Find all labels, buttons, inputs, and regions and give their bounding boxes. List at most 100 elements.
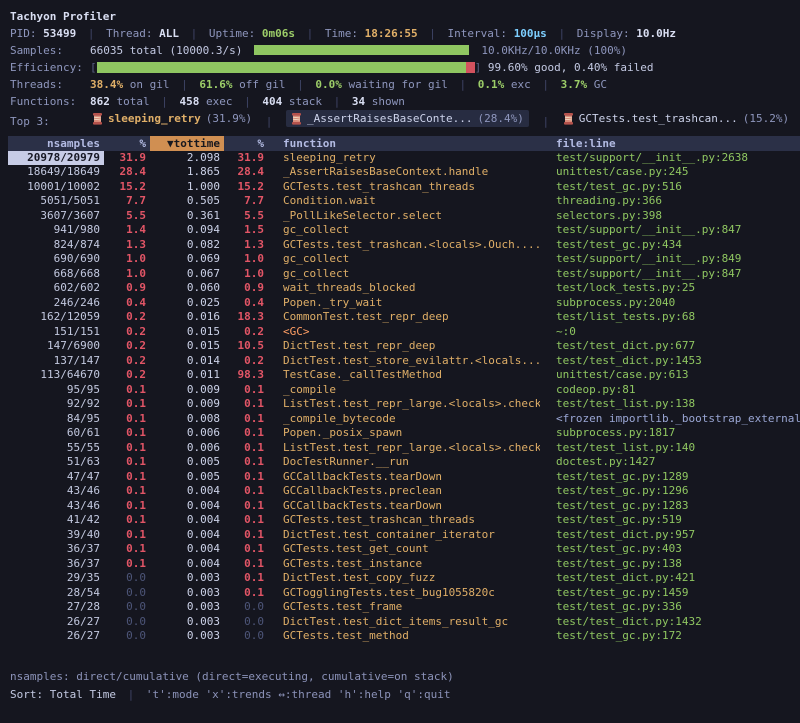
cell-direct-pct: 0.1	[104, 455, 150, 470]
exc-value: 0.1%	[478, 78, 505, 91]
table-row[interactable]: 668/668 1.0 0.067 1.0 gc_collect test/su…	[8, 267, 800, 282]
top-function-3[interactable]: GCTests.test_trashcan...(15.2%)	[563, 110, 789, 127]
cell-tottime: 0.025	[150, 296, 224, 311]
key-hints: 't':mode 'x':trends ↔:thread 'h':help 'q…	[146, 688, 451, 701]
table-row[interactable]: 51/63 0.1 0.005 0.1 DocTestRunner.__run …	[8, 455, 800, 470]
table-row[interactable]: 690/690 1.0 0.069 1.0 gc_collect test/su…	[8, 252, 800, 267]
table-row[interactable]: 151/151 0.2 0.015 0.2 <GC> ~:0	[8, 325, 800, 340]
table-row[interactable]: 60/61 0.1 0.006 0.1 Popen._posix_spawn s…	[8, 426, 800, 441]
cell-cumulative-pct: 0.0	[224, 615, 268, 630]
table-row[interactable]: 26/27 0.0 0.003 0.0 DictTest.test_dict_i…	[8, 615, 800, 630]
table-row[interactable]: 39/40 0.1 0.004 0.1 DictTest.test_contai…	[8, 528, 800, 543]
cell-tottime: 0.004	[150, 557, 224, 572]
bracket-close: ]	[475, 61, 482, 74]
table-row[interactable]: 47/47 0.1 0.005 0.1 GCCallbackTests.tear…	[8, 470, 800, 485]
table-row[interactable]: 5051/5051 7.7 0.505 7.7 Condition.wait t…	[8, 194, 800, 209]
top3-label: Top 3:	[10, 113, 90, 130]
table-row[interactable]: 36/37 0.1 0.004 0.1 GCTests.test_get_cou…	[8, 542, 800, 557]
cell-function: Condition.wait	[268, 194, 540, 209]
divider: |	[334, 95, 341, 108]
table-row[interactable]: 41/42 0.1 0.004 0.1 GCTests.test_trashca…	[8, 513, 800, 528]
table-row[interactable]: 18649/18649 28.4 1.865 28.4 _AssertRaise…	[8, 165, 800, 180]
top-function-1[interactable]: sleeping_retry(31.9%)	[92, 110, 252, 127]
table-row[interactable]: 824/874 1.3 0.082 1.3 GCTests.test_trash…	[8, 238, 800, 253]
table-row[interactable]: 43/46 0.1 0.004 0.1 GCCallbackTests.tear…	[8, 499, 800, 514]
cell-file-line: test/test_gc.py:336	[540, 600, 800, 615]
cell-nsamples: 95/95	[8, 383, 104, 398]
table-row[interactable]: 27/28 0.0 0.003 0.0 GCTests.test_frame t…	[8, 600, 800, 615]
col-header-cumulative-pct[interactable]: %	[224, 136, 268, 151]
thread-selector-value[interactable]: ALL	[159, 27, 179, 40]
cell-file-line: ~:0	[540, 325, 800, 340]
col-header-file-line[interactable]: file:line	[540, 136, 800, 151]
col-header-direct-pct[interactable]: %	[104, 136, 150, 151]
cell-function: gc_collect	[268, 267, 540, 282]
cell-function: GCTests.test_instance	[268, 557, 540, 572]
cell-cumulative-pct: 5.5	[224, 209, 268, 224]
table-row[interactable]: 28/54 0.0 0.003 0.1 GCTogglingTests.test…	[8, 586, 800, 601]
table-row[interactable]: 147/6900 0.2 0.015 10.5 DictTest.test_re…	[8, 339, 800, 354]
table-row[interactable]: 941/980 1.4 0.094 1.5 gc_collect test/su…	[8, 223, 800, 238]
footer: nsamples: direct/cumulative (direct=exec…	[10, 668, 800, 704]
cell-function: GCTests.test_frame	[268, 600, 540, 615]
table-header: nsamples % ▼tottime % function file:line	[8, 136, 800, 151]
table-row[interactable]: 55/55 0.1 0.006 0.1 ListTest.test_repr_l…	[8, 441, 800, 456]
col-header-nsamples[interactable]: nsamples	[8, 136, 104, 151]
profile-table: nsamples % ▼tottime % function file:line…	[8, 136, 800, 644]
samples-rate-bar-fill	[254, 45, 469, 55]
table-row[interactable]: 43/46 0.1 0.004 0.1 GCCallbackTests.prec…	[8, 484, 800, 499]
cell-function: DictTest.test_repr_deep	[268, 339, 540, 354]
cell-file-line: test/test_gc.py:403	[540, 542, 800, 557]
table-row[interactable]: 3607/3607 5.5 0.361 5.5 _PollLikeSelecto…	[8, 209, 800, 224]
top-function-2[interactable]: _AssertRaisesBaseConte...(28.4%)	[286, 110, 529, 127]
table-row[interactable]: 10001/10002 15.2 1.000 15.2 GCTests.test…	[8, 180, 800, 195]
table-row[interactable]: 113/64670 0.2 0.011 98.3 TestCase._callT…	[8, 368, 800, 383]
cell-cumulative-pct: 0.1	[224, 397, 268, 412]
table-row[interactable]: 20978/20979 31.9 2.098 31.9 sleeping_ret…	[8, 151, 800, 166]
cell-tottime: 0.060	[150, 281, 224, 296]
table-row[interactable]: 246/246 0.4 0.025 0.4 Popen._try_wait su…	[8, 296, 800, 311]
cell-nsamples: 10001/10002	[8, 180, 104, 195]
cell-function: DictTest.test_dict_items_result_gc	[268, 615, 540, 630]
functions-stack-value: 404	[262, 95, 282, 108]
cell-cumulative-pct: 0.0	[224, 600, 268, 615]
cell-cumulative-pct: 0.1	[224, 499, 268, 514]
cell-file-line: test/lock_tests.py:25	[540, 281, 800, 296]
table-row[interactable]: 36/37 0.1 0.004 0.1 GCTests.test_instanc…	[8, 557, 800, 572]
table-row[interactable]: 29/35 0.0 0.003 0.1 DictTest.test_copy_f…	[8, 571, 800, 586]
interval-label: Interval:	[447, 27, 507, 40]
cell-nsamples: 47/47	[8, 470, 104, 485]
cell-nsamples: 55/55	[8, 441, 104, 456]
table-row[interactable]: 162/12059 0.2 0.016 18.3 CommonTest.test…	[8, 310, 800, 325]
col-header-function[interactable]: function	[268, 136, 540, 151]
display-rate-value: 10.0Hz	[636, 27, 676, 40]
cell-tottime: 0.004	[150, 499, 224, 514]
cell-file-line: test/support/__init__.py:2638	[540, 151, 800, 166]
table-row[interactable]: 137/147 0.2 0.014 0.2 DictTest.test_stor…	[8, 354, 800, 369]
cell-nsamples: 162/12059	[8, 310, 104, 325]
cell-direct-pct: 0.1	[104, 499, 150, 514]
samples-rate-bar	[254, 45, 469, 55]
cell-tottime: 0.005	[150, 455, 224, 470]
cell-cumulative-pct: 0.0	[224, 629, 268, 644]
cell-direct-pct: 1.0	[104, 252, 150, 267]
divider: |	[191, 27, 198, 40]
cell-tottime: 0.015	[150, 339, 224, 354]
table-row[interactable]: 84/95 0.1 0.008 0.1 _compile_bytecode <f…	[8, 412, 800, 427]
cell-tottime: 0.016	[150, 310, 224, 325]
divider: |	[297, 78, 304, 91]
table-row[interactable]: 26/27 0.0 0.003 0.0 GCTests.test_method …	[8, 629, 800, 644]
table-row[interactable]: 602/602 0.9 0.060 0.9 wait_threads_block…	[8, 281, 800, 296]
cell-function: DictTest.test_store_evilattr.<locals...	[268, 354, 540, 369]
table-row[interactable]: 95/95 0.1 0.009 0.1 _compile codeop.py:8…	[8, 383, 800, 398]
top-function-2-pct: (28.4%)	[478, 110, 524, 127]
divider: |	[88, 27, 95, 40]
cell-direct-pct: 0.0	[104, 571, 150, 586]
table-row[interactable]: 92/92 0.1 0.009 0.1 ListTest.test_repr_l…	[8, 397, 800, 412]
cell-nsamples: 824/874	[8, 238, 104, 253]
cell-file-line: test/test_list.py:140	[540, 441, 800, 456]
cell-cumulative-pct: 0.1	[224, 571, 268, 586]
cell-function: GCCallbackTests.tearDown	[268, 470, 540, 485]
cell-tottime: 0.082	[150, 238, 224, 253]
col-header-tottime-sorted[interactable]: ▼tottime	[150, 136, 224, 151]
